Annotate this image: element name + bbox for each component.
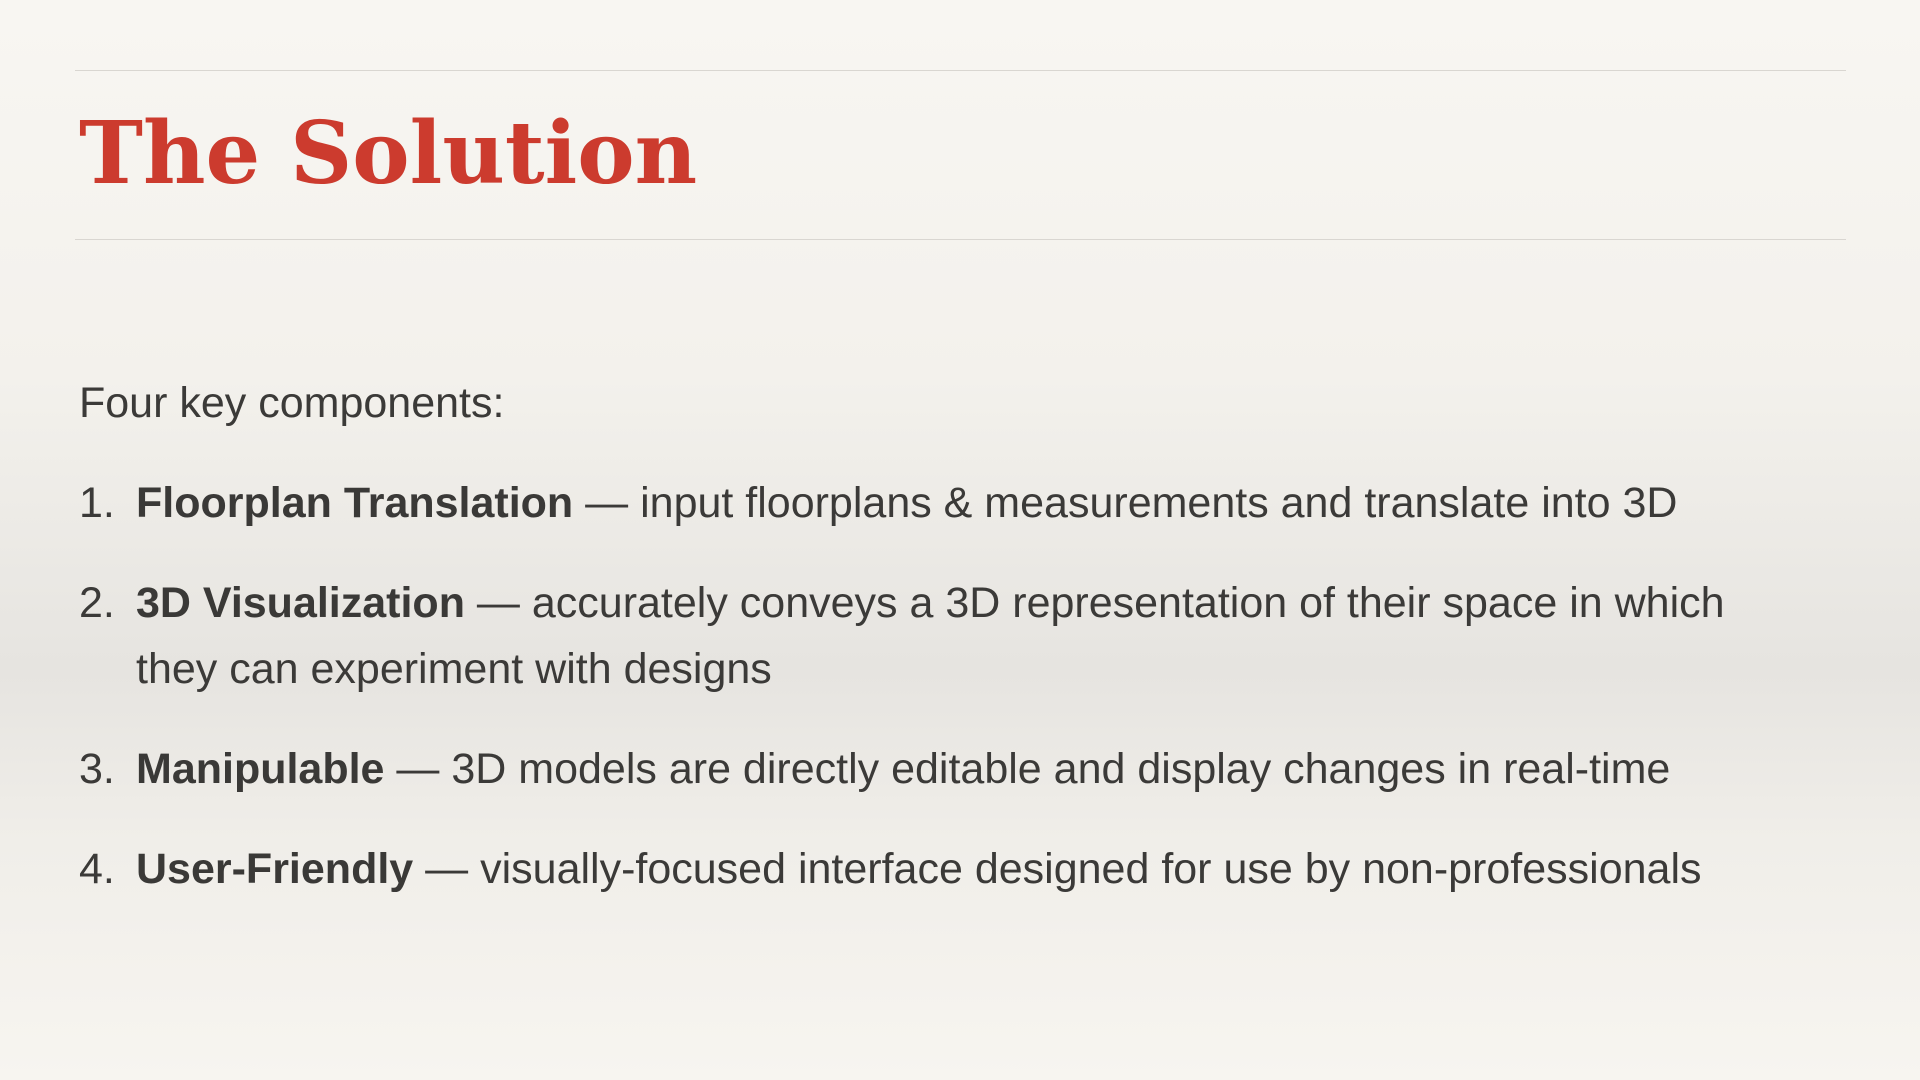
list-item: 4. User-Friendly — visually-focused inte… [79,836,1799,902]
list-item-term: 3D Visualization [136,579,465,627]
list-item: 3. Manipulable — 3D models are directly … [79,736,1799,802]
list-item-term: User-Friendly [136,845,414,893]
list-item-number: 4. [79,845,115,893]
list-item-number: 3. [79,745,115,793]
list-item-description: — 3D models are directly editable and di… [384,745,1671,793]
list-item-term: Floorplan Translation [136,479,574,527]
list-item: 2. 3D Visualization — accurately conveys… [79,570,1799,702]
components-list: 1. Floorplan Translation — input floorpl… [79,470,1799,902]
list-item: 1. Floorplan Translation — input floorpl… [79,470,1799,536]
list-item-term: Manipulable [136,745,385,793]
list-item-number: 2. [79,579,115,627]
slide-title: The Solution [79,103,698,204]
title-divider [75,239,1846,240]
list-item-description: — visually-focused interface designed fo… [413,845,1702,893]
list-item-number: 1. [79,479,115,527]
top-divider [75,70,1846,71]
intro-text: Four key components: [79,379,505,427]
list-item-description: — input floorplans & measurements and tr… [573,479,1678,527]
slide: The Solution Four key components: 1. Flo… [0,0,1920,1080]
slide-body: Four key components: 1. Floorplan Transl… [79,370,1799,936]
